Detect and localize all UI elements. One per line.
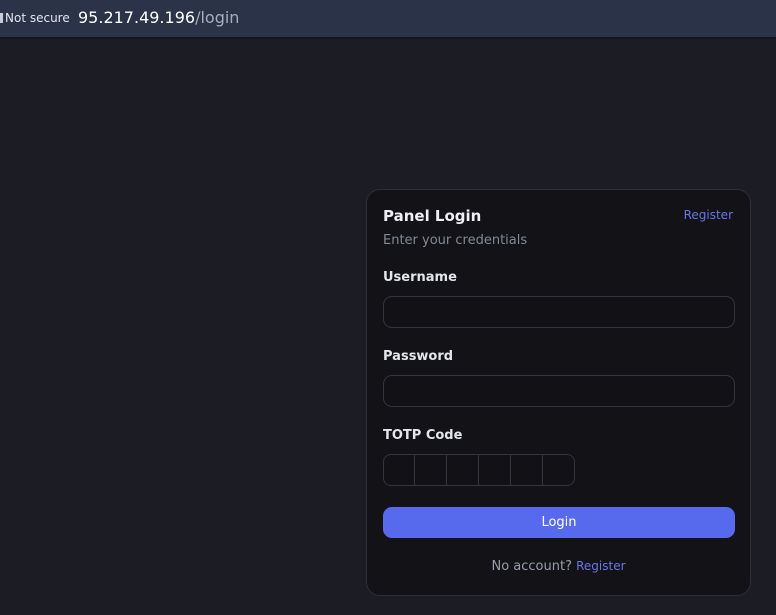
- username-label: Username: [383, 270, 457, 285]
- url-field[interactable]: 95.217.49.196/login: [78, 8, 239, 27]
- username-input[interactable]: [383, 296, 735, 328]
- browser-address-bar: Not secure 95.217.49.196/login: [0, 0, 776, 39]
- url-path: /login: [195, 8, 240, 27]
- login-button[interactable]: Login: [383, 507, 735, 538]
- totp-digit-2[interactable]: [415, 454, 447, 486]
- register-prompt: No account? Register: [367, 559, 750, 574]
- url-host: 95.217.49.196: [78, 8, 196, 27]
- totp-digit-4[interactable]: [479, 454, 511, 486]
- login-card: Panel Login Register Enter your credenti…: [366, 189, 751, 596]
- totp-digit-3[interactable]: [447, 454, 479, 486]
- login-title: Panel Login: [383, 207, 482, 225]
- no-account-text: No account?: [491, 559, 572, 574]
- security-label: Not secure: [5, 11, 70, 25]
- totp-digit-1[interactable]: [383, 454, 415, 486]
- totp-label: TOTP Code: [383, 428, 463, 443]
- footer-register-link[interactable]: Register: [576, 559, 625, 573]
- login-subtitle: Enter your credentials: [383, 233, 528, 248]
- totp-digit-6[interactable]: [543, 454, 575, 486]
- register-link[interactable]: Register: [684, 208, 733, 222]
- password-label: Password: [383, 349, 454, 364]
- totp-code-input: [383, 454, 575, 486]
- security-indicator[interactable]: Not secure: [0, 11, 70, 25]
- not-secure-icon: [0, 13, 3, 23]
- password-input[interactable]: [383, 375, 735, 407]
- totp-digit-5[interactable]: [511, 454, 543, 486]
